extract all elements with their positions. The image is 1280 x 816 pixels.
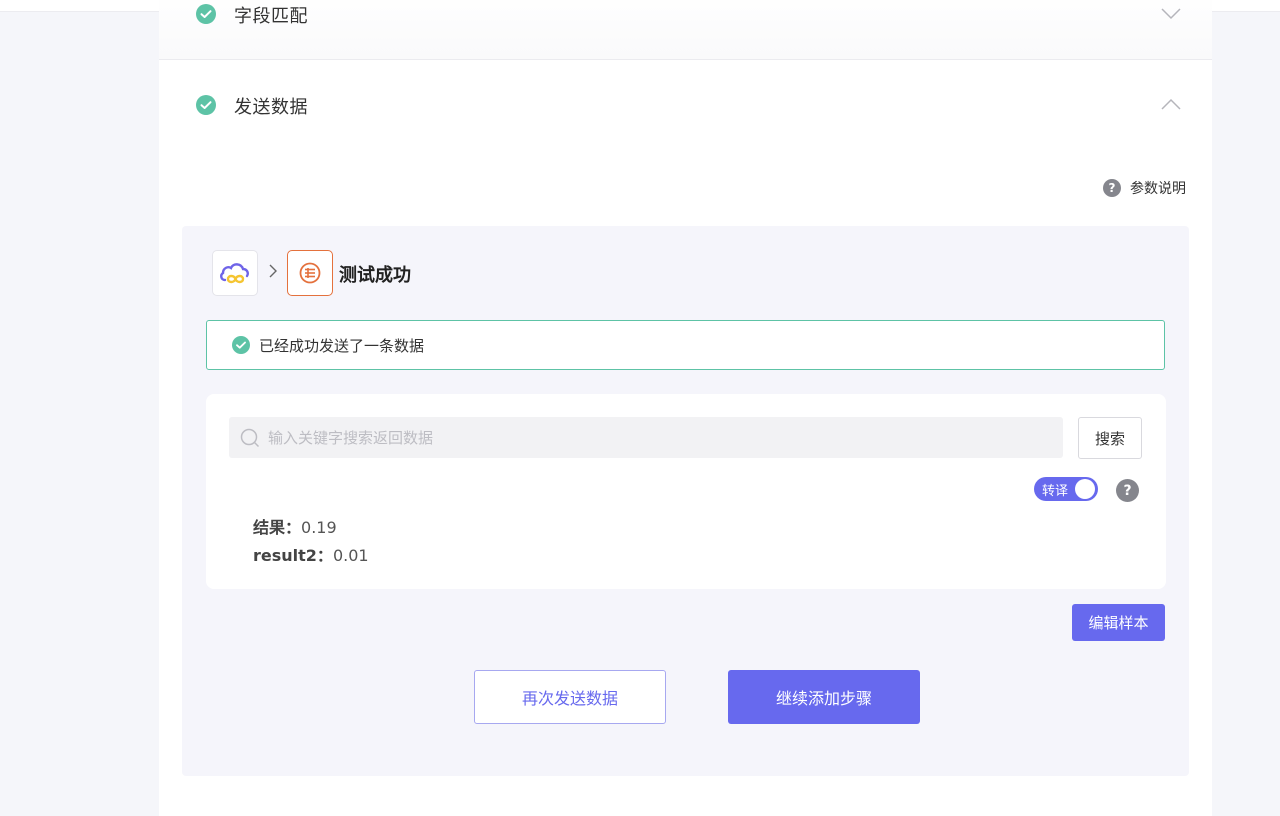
response-data-box: 搜索 转译 ? 结果：0.19 result2：0.01 <box>206 394 1166 589</box>
result-key: 结果 <box>253 518 286 537</box>
continue-add-step-button[interactable]: 继续添加步骤 <box>728 670 920 724</box>
chevron-up-icon[interactable] <box>1161 98 1181 110</box>
check-circle-icon <box>196 4 216 24</box>
help-link-label: 参数说明 <box>1130 181 1186 197</box>
edit-sample-button[interactable]: 编辑样本 <box>1072 604 1165 641</box>
question-circle-icon: ? <box>1103 179 1121 197</box>
resend-data-button[interactable]: 再次发送数据 <box>474 670 666 724</box>
param-help-link[interactable]: ? 参数说明 <box>1103 178 1186 198</box>
search-icon <box>240 428 260 447</box>
workflow-panel: 字段匹配 发送数据 ? 参数说明 测试成功 已经成功发送了一条数据 输入关键字搜… <box>159 0 1212 816</box>
target-app-logo <box>287 250 333 296</box>
alert-text: 已经成功发送了一条数据 <box>259 336 425 355</box>
result-row: result2：0.01 <box>253 542 369 566</box>
result-key: result2 <box>253 546 317 565</box>
step-title: 发送数据 <box>234 97 308 118</box>
list-circle-icon <box>299 262 321 284</box>
translate-toggle[interactable]: 转译 <box>1034 477 1098 501</box>
result-value: 0.19 <box>301 518 337 537</box>
test-status-label: 测试成功 <box>339 265 411 286</box>
test-result-card: 测试成功 已经成功发送了一条数据 搜索 转译 ? <box>182 226 1189 776</box>
step-title: 字段匹配 <box>234 6 308 27</box>
result-sep: ： <box>316 546 333 565</box>
step-field-mapping[interactable]: 字段匹配 <box>159 0 1212 60</box>
source-app-logo <box>212 250 258 296</box>
success-alert: 已经成功发送了一条数据 <box>206 320 1165 370</box>
check-circle-icon <box>232 336 250 354</box>
check-circle-icon <box>196 95 216 115</box>
result-value: 0.01 <box>332 546 369 565</box>
result-sep: ： <box>285 518 302 537</box>
toggle-label: 转译 <box>1042 483 1069 499</box>
search-button[interactable]: 搜索 <box>1078 417 1142 459</box>
chevron-right-icon <box>269 264 277 278</box>
cloud-infinity-icon <box>220 263 249 284</box>
chevron-down-icon[interactable] <box>1161 8 1181 20</box>
toggle-knob <box>1075 479 1095 499</box>
result-row: 结果：0.19 <box>253 514 337 538</box>
search-field <box>229 417 1063 458</box>
question-circle-icon[interactable]: ? <box>1116 479 1139 502</box>
search-input[interactable] <box>266 427 1050 448</box>
